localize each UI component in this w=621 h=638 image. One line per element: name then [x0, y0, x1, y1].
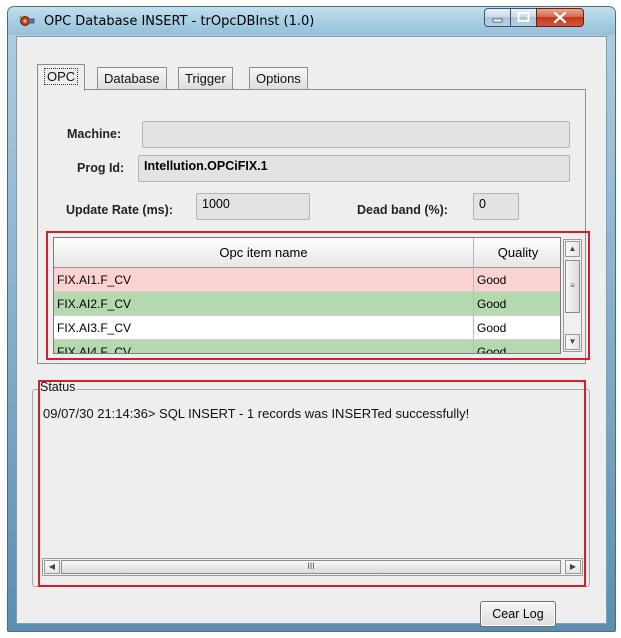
quality-cell: Good [474, 268, 560, 292]
tab-opc[interactable]: OPC [37, 64, 86, 91]
caption-buttons [484, 8, 598, 27]
maximize-icon [517, 12, 530, 22]
tab-trigger[interactable]: Trigger [178, 67, 233, 90]
column-header-item-name[interactable]: Opc item name [54, 238, 474, 268]
table-row[interactable]: FIX.AI3.F_CV Good [54, 316, 560, 340]
update-rate-label: Update Rate (ms): [66, 203, 173, 217]
minimize-button[interactable] [484, 8, 511, 27]
dead-band-label: Dead band (%): [357, 203, 448, 217]
scroll-right-button[interactable]: ▶ [565, 560, 581, 574]
tab-database[interactable]: Database [97, 67, 167, 90]
minimize-icon [492, 18, 503, 23]
status-highlight [38, 380, 586, 587]
quality-cell: Good [474, 316, 560, 340]
clear-log-button[interactable]: Cear Log [480, 601, 556, 627]
progid-field[interactable]: Intellution.OPCiFIX.1 [138, 155, 570, 182]
update-rate-field[interactable]: 1000 [196, 193, 310, 220]
item-name-cell: FIX.AI2.F_CV [54, 292, 474, 316]
progid-label: Prog Id: [77, 161, 125, 175]
scroll-down-button[interactable]: ▼ [565, 334, 580, 350]
machine-label: Machine: [67, 127, 122, 141]
table-row[interactable]: FIX.AI2.F_CV Good [54, 292, 560, 316]
close-icon [553, 11, 567, 24]
item-name-cell: FIX.AI1.F_CV [54, 268, 474, 292]
opc-items-table[interactable]: Opc item name Quality FIX.AI1.F_CV Good … [53, 237, 561, 354]
quality-cell: Good [474, 340, 560, 353]
table-vertical-scrollbar[interactable]: ▲ ≡ ▼ [563, 239, 582, 352]
dead-band-field[interactable]: 0 [473, 193, 519, 220]
table-row[interactable]: FIX.AI4.F_CV Good [54, 340, 560, 353]
window-title: OPC Database INSERT - trOpcDBInst (1.0) [44, 14, 315, 29]
scroll-left-button[interactable]: ◀ [44, 560, 60, 574]
scroll-thumb[interactable]: III [61, 560, 561, 574]
maximize-button[interactable] [510, 8, 537, 27]
status-horizontal-scrollbar[interactable]: ◀ III ▶ [42, 558, 583, 576]
tab-options[interactable]: Options [249, 67, 308, 90]
item-name-cell: FIX.AI4.F_CV [54, 340, 474, 353]
column-header-quality[interactable]: Quality [474, 238, 560, 268]
close-button[interactable] [536, 8, 584, 27]
machine-field[interactable] [142, 121, 570, 148]
scroll-up-button[interactable]: ▲ [565, 241, 580, 257]
gear-plug-icon[interactable] [19, 13, 35, 29]
scroll-thumb[interactable]: ≡ [565, 260, 580, 313]
table-row[interactable]: FIX.AI1.F_CV Good [54, 268, 560, 292]
quality-cell: Good [474, 292, 560, 316]
item-name-cell: FIX.AI3.F_CV [54, 316, 474, 340]
